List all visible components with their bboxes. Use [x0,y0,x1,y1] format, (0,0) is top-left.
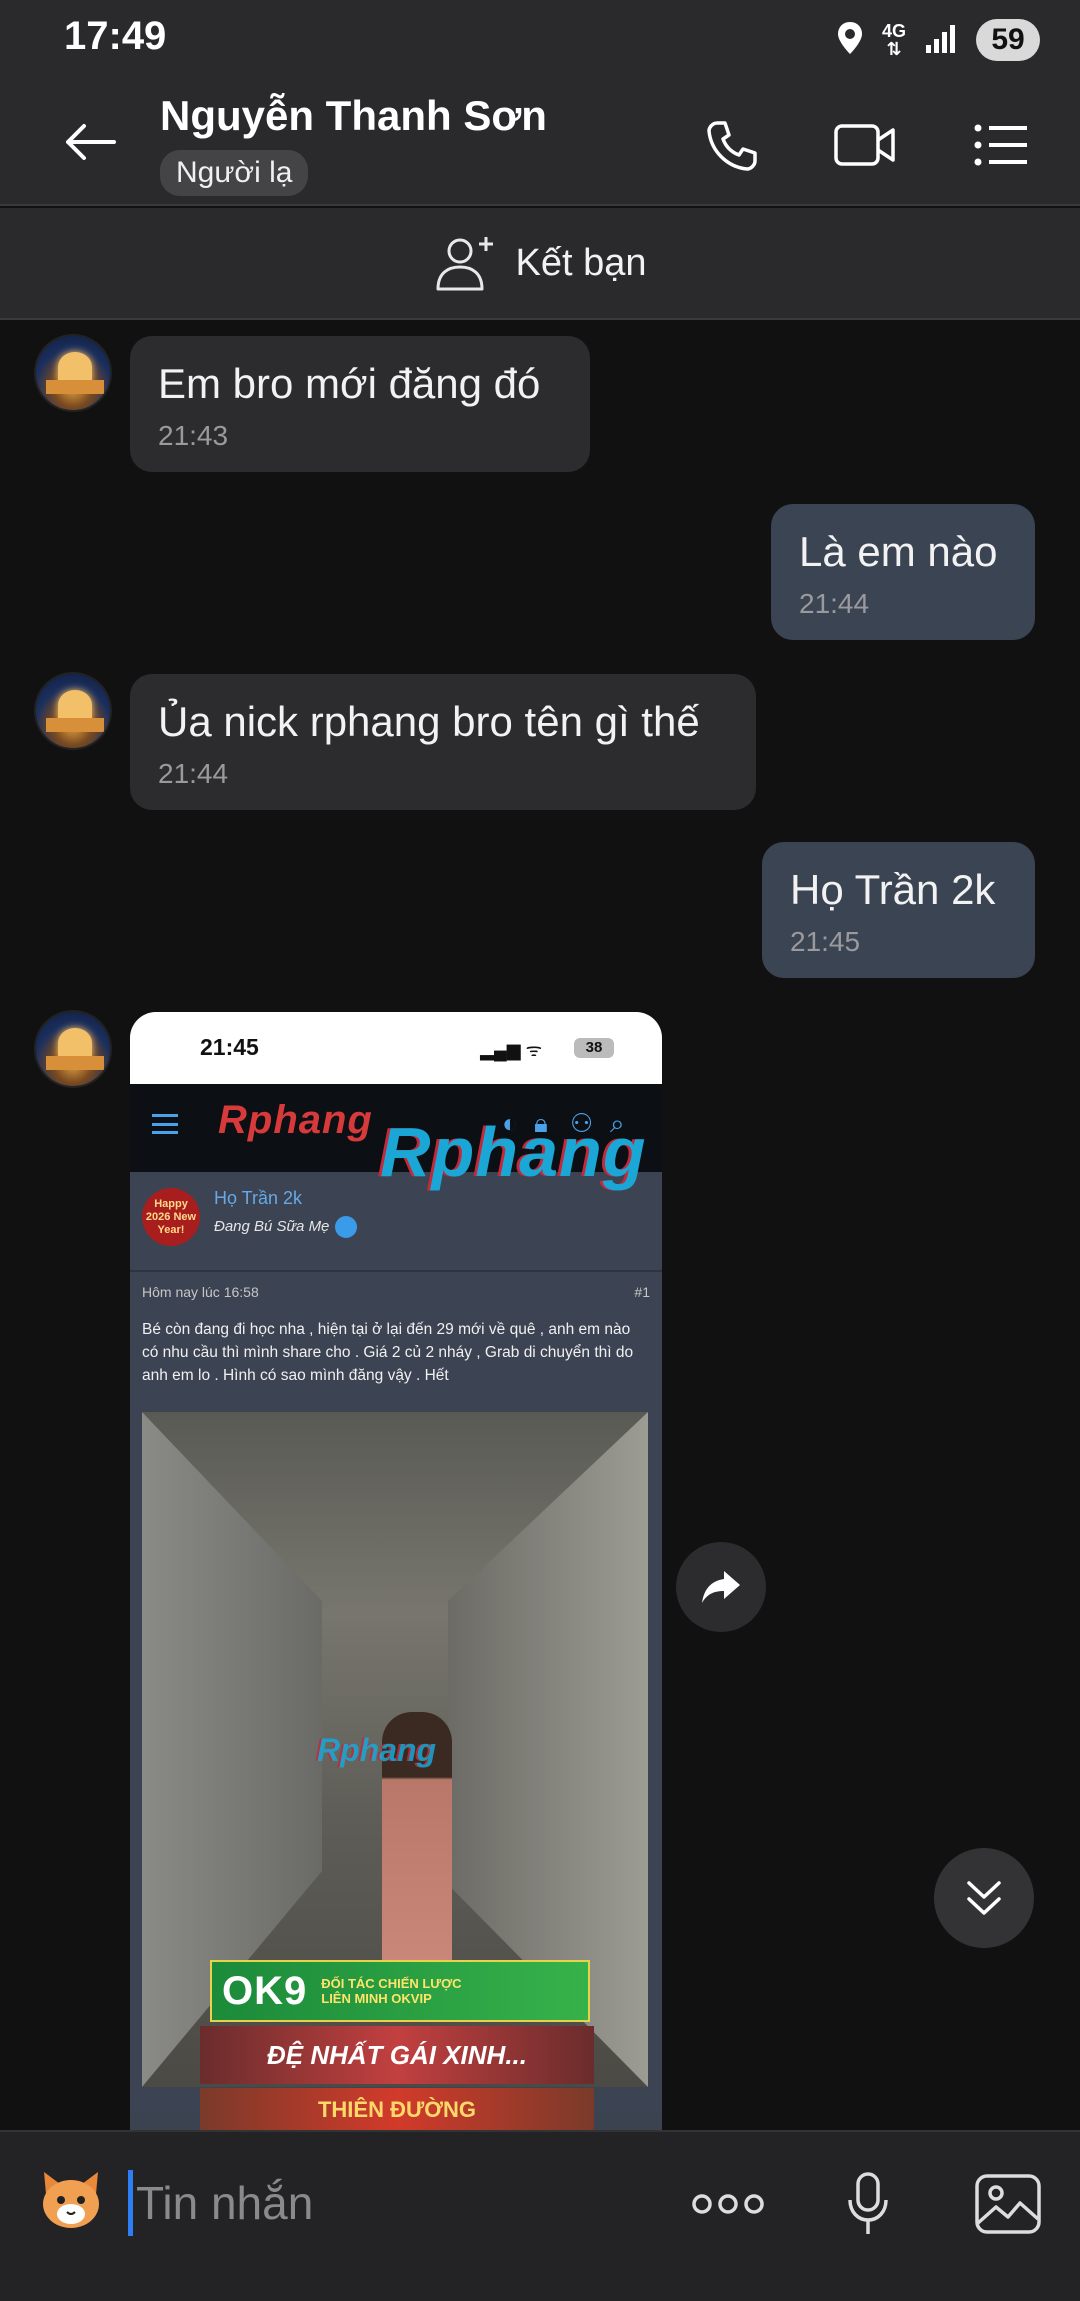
add-friend-button[interactable]: Kết bạn [0,208,1080,320]
site-logo: Rphang [218,1098,373,1142]
message-time: 21:43 [158,420,229,451]
ad-banner-2: ĐỆ NHẤT GÁI XINH... [200,2026,594,2084]
video-call-button[interactable] [830,110,900,180]
message-composer [0,2130,1080,2301]
back-button[interactable] [58,110,122,174]
contact-avatar[interactable] [34,672,112,750]
embedded-author-name: Họ Trần 2k [214,1188,303,1208]
contact-avatar[interactable] [34,1010,112,1088]
message-text: Là em nào [799,528,998,575]
embedded-post-body: Bé còn đang đi học nha , hiện tại ở lại … [142,1321,634,1384]
share-arrow-icon [702,1571,740,1603]
embedded-post-time: Hôm nay lúc 16:58 [142,1284,259,1300]
location-icon [836,20,864,61]
verified-icon [335,1216,358,1238]
message-text: Em bro mới đăng đó [158,360,541,407]
overlay-logo: Rphang [380,1113,647,1191]
message-bubble-incoming[interactable]: Ủa nick rphang bro tên gì thế 21:44 [130,674,756,810]
embedded-author-avatar: Happy 2026 New Year! [142,1188,200,1246]
message-time: 21:44 [158,758,229,789]
add-friend-icon [436,237,493,291]
message-bubble-incoming[interactable]: Em bro mới đăng đó 21:43 [130,336,590,472]
signal-icon [924,21,958,60]
ad-banner-3: THIÊN ĐƯỜNG [200,2088,594,2132]
more-options-button[interactable] [690,2166,766,2242]
image-icon [975,2174,1041,2234]
chat-options-button[interactable] [966,110,1036,180]
message-bubble-outgoing[interactable]: Là em nào 21:44 [771,504,1035,640]
gallery-button[interactable] [970,2166,1046,2242]
message-text: Ủa nick rphang bro tên gì thế [158,698,700,745]
sticker-cat-icon [43,2172,99,2228]
microphone-icon [848,2172,888,2234]
list-menu-icon [974,124,1027,166]
arrow-left-icon [66,124,116,160]
status-bar: 17:49 4G ⇅ 59 [0,0,1080,80]
video-camera-icon [834,124,895,166]
chat-header: Nguyễn Thanh Sơn Người lạ [0,80,1080,206]
embedded-status-bar: 21:45 ▂▄▆ ᯤ 38 [130,1012,662,1084]
message-bubble-outgoing[interactable]: Họ Trần 2k 21:45 [762,842,1035,978]
more-dots-icon [692,2194,764,2214]
embedded-battery: 38 [574,1038,614,1058]
embedded-signal-icon: ▂▄▆ ᯤ [480,1040,542,1060]
ad-banner-ok9: OK9 ĐỐI TÁC CHIẾN LƯỢC LIÊN MINH OKVIP [210,1960,590,2022]
sticker-button[interactable] [34,2164,108,2238]
contact-avatar[interactable] [34,334,112,412]
message-text: Họ Trần 2k [790,866,996,913]
embedded-status-time: 21:45 [200,1034,259,1060]
embedded-post-meta: Hôm nay lúc 16:58 #1 [142,1284,650,1300]
message-input[interactable] [136,2168,656,2238]
embedded-author-status: Đang Bú Sữa Mẹ [214,1216,358,1238]
scroll-to-bottom-button[interactable] [934,1848,1034,1948]
message-time: 21:45 [790,926,861,957]
photo-watermark: Rphang [317,1732,437,1768]
contact-name[interactable]: Nguyễn Thanh Sơn [160,92,547,140]
network-type-icon: 4G ⇅ [881,21,906,59]
double-chevron-down-icon [967,1881,1001,1915]
status-icons: 4G ⇅ 59 [836,16,1040,64]
forward-button[interactable] [676,1542,766,1632]
voice-call-button[interactable] [696,110,766,180]
stranger-badge: Người lạ [160,150,309,196]
message-time: 21:44 [799,588,870,619]
embedded-post-number: #1 [634,1284,650,1300]
text-cursor [128,2170,133,2236]
add-friend-label: Kết bạn [515,241,647,284]
battery-indicator: 59 [976,19,1040,61]
voice-message-button[interactable] [830,2166,906,2242]
hamburger-icon [152,1114,178,1134]
phone-icon [707,121,757,171]
status-time: 17:49 [64,14,167,58]
